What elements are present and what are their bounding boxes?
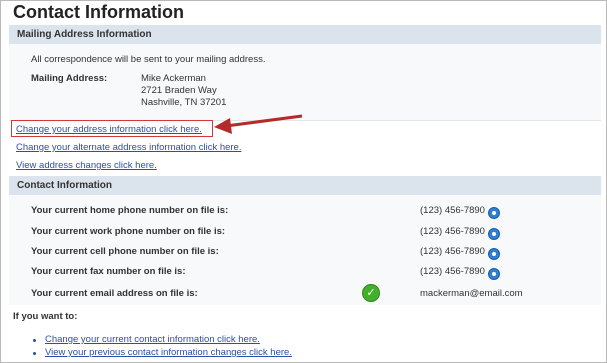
view-address-changes-link[interactable]: View address changes click here. bbox=[16, 160, 157, 171]
address-line-city: Nashville, TN 37201 bbox=[141, 97, 227, 108]
bullet bbox=[33, 352, 36, 355]
page-title: Contact Information bbox=[13, 2, 184, 22]
change-alternate-address-link[interactable]: Change your alternate address informatio… bbox=[16, 142, 241, 153]
bullet bbox=[33, 339, 36, 342]
mailing-section-header: Mailing Address Information bbox=[9, 25, 601, 45]
address-line-street: 2721 Braden Way bbox=[141, 85, 217, 96]
email-label: Your current email address on file is: bbox=[31, 288, 198, 299]
edit-cell-phone-icon[interactable] bbox=[488, 248, 500, 260]
edit-fax-number-icon[interactable] bbox=[488, 268, 500, 280]
checkmark-icon: ✓ bbox=[362, 284, 380, 302]
if-you-want-to-label: If you want to: bbox=[13, 311, 78, 322]
callout-arrow bbox=[214, 114, 303, 134]
mailing-address-label: Mailing Address: bbox=[31, 73, 108, 84]
home-phone-value: (123) 456-7890 bbox=[420, 205, 485, 216]
fax-number-value: (123) 456-7890 bbox=[420, 266, 485, 277]
address-line-name: Mike Ackerman bbox=[141, 73, 206, 84]
highlight-box bbox=[11, 120, 213, 137]
email-value: mackerman@email.com bbox=[420, 288, 523, 299]
cell-phone-value: (123) 456-7890 bbox=[420, 246, 485, 257]
change-contact-info-link[interactable]: Change your current contact information … bbox=[45, 334, 260, 345]
cell-phone-label: Your current cell phone number on file i… bbox=[31, 246, 219, 257]
contact-section-header: Contact Information bbox=[9, 176, 601, 196]
fax-number-label: Your current fax number on file is: bbox=[31, 266, 186, 277]
edit-work-phone-icon[interactable] bbox=[488, 228, 500, 240]
edit-home-phone-icon[interactable] bbox=[488, 207, 500, 219]
work-phone-label: Your current work phone number on file i… bbox=[31, 226, 226, 237]
mailing-note: All correspondence will be sent to your … bbox=[31, 54, 266, 65]
home-phone-label: Your current home phone number on file i… bbox=[31, 205, 229, 216]
work-phone-value: (123) 456-7890 bbox=[420, 226, 485, 237]
view-contact-changes-link[interactable]: View your previous contact information c… bbox=[45, 347, 292, 358]
